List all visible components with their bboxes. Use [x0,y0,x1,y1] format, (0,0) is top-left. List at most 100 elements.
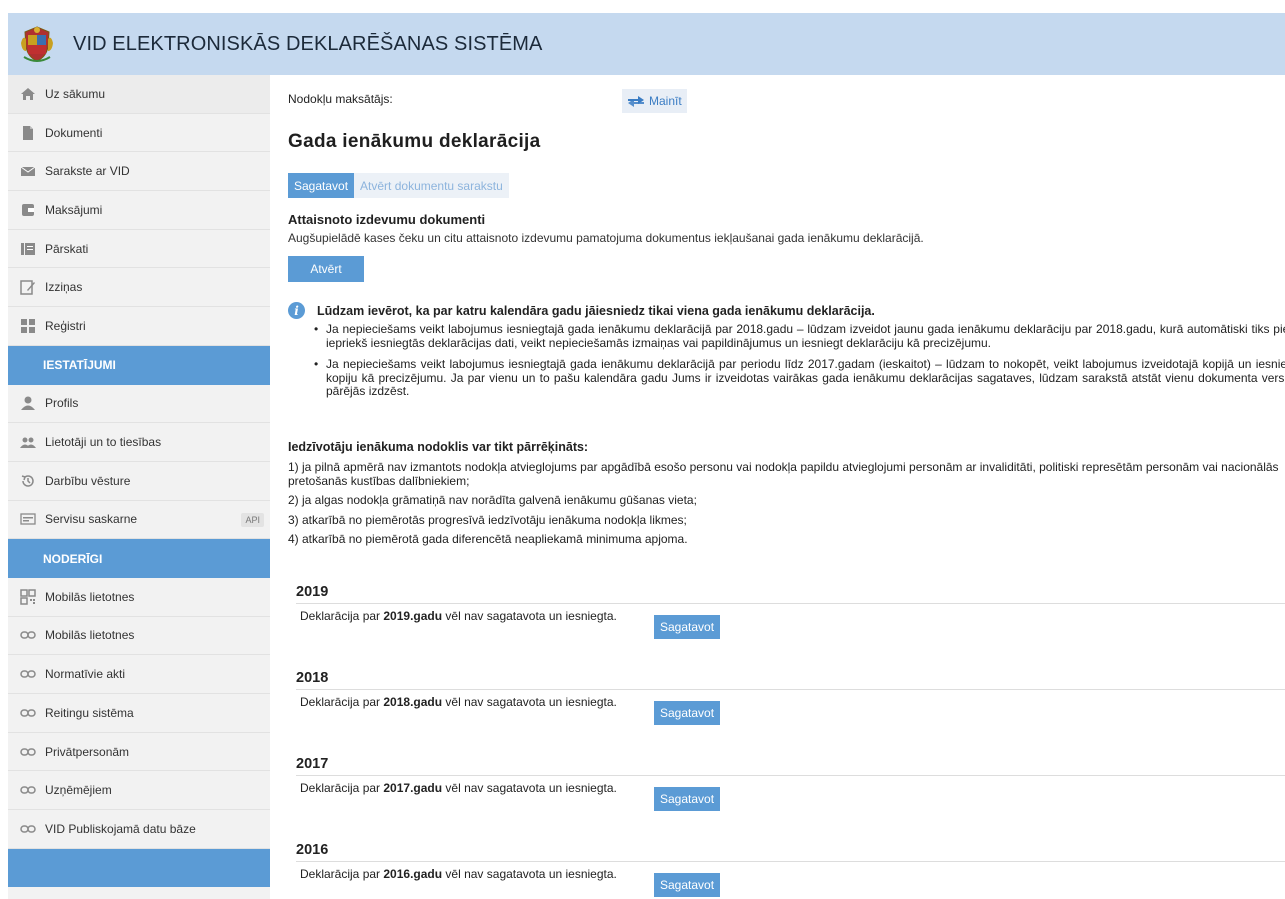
notice-header: i Lūdzam ievērot, ka par katru kalendāra… [288,302,1285,319]
sidebar-item-label: Sarakste ar VID [45,164,130,179]
recalc-item: 1) ja pilnā apmērā nav izmantots nodokļa… [288,460,1279,488]
link-icon [20,782,36,798]
year-status-text: Deklarācija par 2019.gadu vēl nav sagata… [300,609,617,623]
useful-section-header: NODERĪGI [8,539,270,578]
reports-icon [20,241,36,257]
year-row: Deklarācija par 2019.gadu vēl nav sagata… [296,604,1285,644]
change-taxpayer-button[interactable]: Mainīt [622,89,687,113]
recalc-list: 1) ja pilnā apmērā nav izmantots nodokļa… [288,460,1285,553]
sidebar-item-label: Privātpersonām [45,744,130,759]
sidebar-item-service-interface[interactable]: Servisu saskarne API [8,501,270,540]
year-block-2016: 2016 Deklarācija par 2016.gadu vēl nav s… [296,840,1285,899]
sidebar-item-users-permissions[interactable]: Lietotāji un to tiesības [8,423,270,462]
app-title: VID ELEKTRONISKĀS DEKLARĒŠANAS SISTĒMA [73,33,543,55]
year-title: 2017 [296,754,1285,776]
sidebar-item-mobile-apps-qr[interactable]: Mobilās lietotnes [8,578,270,617]
sidebar-item-label: Servisu saskarne [45,512,138,527]
notice-bullet: Ja nepieciešams veikt labojumus iesniegt… [314,357,1285,399]
sidebar-item-mobile-apps[interactable]: Mobilās lietotnes [8,617,270,656]
year-row: Deklarācija par 2017.gadu vēl nav sagata… [296,776,1285,816]
year-status-text: Deklarācija par 2016.gadu vēl nav sagata… [300,867,617,881]
sidebar-item-payments[interactable]: Maksājumi [8,191,270,230]
prepare-2019-button[interactable]: Sagatavot [654,615,721,639]
year-status-text: Deklarācija par 2017.gadu vēl nav sagata… [300,781,617,795]
sidebar-item-certificates[interactable]: Izziņas [8,268,270,308]
prepare-2018-button[interactable]: Sagatavot [654,701,721,725]
sidebar-item-activity-history[interactable]: Darbību vēsture [8,462,270,501]
open-expenses-button[interactable]: Atvērt [288,256,364,282]
prepare-2016-button[interactable]: Sagatavot [654,873,721,897]
link-icon [20,821,36,837]
recalc-title: Iedzīvotāju ienākuma nodoklis var tikt p… [288,440,589,454]
tab-prepare[interactable]: Sagatavot [288,173,355,198]
notice-bullet: Ja nepieciešams veikt labojumus iesniegt… [314,322,1285,350]
sidebar-item-label: Normatīvie akti [45,667,126,682]
wallet-icon [20,202,36,218]
qr-icon [20,589,36,605]
edit-icon [20,279,36,296]
sidebar-item-label: Reģistri [45,318,86,333]
users-icon [20,434,36,450]
sidebar-item-label: Pārskati [45,241,89,256]
tab-bar: Sagatavot Atvērt dokumentu sarakstu [288,173,509,198]
sidebar-item-registers[interactable]: Reģistri [8,307,270,346]
expenses-section-description: Augšupielādē kases čeku un citu attaisno… [288,231,924,245]
notice-title: Lūdzam ievērot, ka par katru kalendāra g… [317,303,875,318]
sidebar-item-label: Izziņas [45,280,83,295]
sidebar-item-label: Uzņēmējiem [45,783,112,798]
sidebar-footer [8,848,270,887]
link-icon [20,627,36,643]
grid-icon [20,318,36,334]
year-block-2019: 2019 Deklarācija par 2019.gadu vēl nav s… [296,582,1285,644]
sidebar-item-label: Maksājumi [45,202,103,217]
year-title: 2019 [296,582,1285,604]
recalc-item: 2) ja algas nodokļa grāmatiņā nav norādī… [288,493,697,507]
sidebar-item-label: Mobilās lietotnes [45,628,135,643]
year-block-2018: 2018 Deklarācija par 2018.gadu vēl nav s… [296,668,1285,730]
notice-box: i Lūdzam ievērot, ka par katru kalendāra… [288,302,1285,407]
sidebar-item-messages[interactable]: Sarakste ar VID [8,152,270,192]
sidebar-item-home[interactable]: Uz sākumu [8,75,270,114]
sidebar-item-entrepreneurs[interactable]: Uzņēmējiem [8,771,270,811]
sidebar-item-regulations[interactable]: Normatīvie akti [8,655,270,694]
sidebar-item-label: Dokumenti [45,125,103,140]
coat-of-arms-icon[interactable] [20,25,54,63]
info-icon: i [288,302,305,319]
app-header: VID ELEKTRONISKĀS DEKLARĒŠANAS SISTĒMA [8,13,1285,75]
sidebar-item-individuals[interactable]: Privātpersonām [8,733,270,772]
year-status-text: Deklarācija par 2018.gadu vēl nav sagata… [300,695,617,709]
home-icon [20,86,36,102]
change-taxpayer-label: Mainīt [649,94,682,108]
prepare-2017-button[interactable]: Sagatavot [654,787,721,811]
sidebar-item-reports[interactable]: Pārskati [8,230,270,269]
sidebar-item-label: Darbību vēsture [45,473,131,488]
sidebar-item-rating-system[interactable]: Reitingu sistēma [8,694,270,733]
year-row: Deklarācija par 2018.gadu vēl nav sagata… [296,690,1285,730]
api-icon [20,511,36,527]
sidebar-item-label: VID Publiskojamā datu bāze [45,821,196,836]
sidebar-item-label: Lietotāji un to tiesības [45,435,162,450]
recalc-item: 3) atkarībā no piemērotās progresīvā ied… [288,512,687,527]
year-block-2017: 2017 Deklarācija par 2017.gadu vēl nav s… [296,754,1285,816]
sidebar-item-profile[interactable]: Profils [8,385,270,424]
year-row: Deklarācija par 2016.gadu vēl nav sagata… [296,862,1285,899]
year-title: 2018 [296,668,1285,690]
envelope-icon [20,163,36,179]
page-title: Gada ienākumu deklarācija [288,131,541,152]
sidebar-item-label: Uz sākumu [45,86,106,101]
link-icon [20,705,36,721]
sidebar-item-documents[interactable]: Dokumenti [8,114,270,153]
api-badge: API [241,512,264,527]
link-icon [20,666,36,682]
sidebar-item-public-database[interactable]: VID Publiskojamā datu bāze [8,810,270,849]
sidebar: Uz sākumu Dokumenti Sarakste ar VID Maks… [8,75,270,899]
swap-arrows-icon [628,96,644,107]
link-icon [20,744,36,760]
tab-open-document-list[interactable]: Atvērt dokumentu sarakstu [354,173,509,198]
sidebar-item-label: Mobilās lietotnes [45,589,135,604]
taxpayer-row: Nodokļu maksātājs: Mainīt [288,89,1285,113]
expenses-section-title: Attaisnoto izdevumu dokumenti [288,212,486,227]
settings-section-header: IESTATĪJUMI [8,345,270,385]
sidebar-item-label: Reitingu sistēma [45,705,134,720]
document-icon [20,125,36,141]
